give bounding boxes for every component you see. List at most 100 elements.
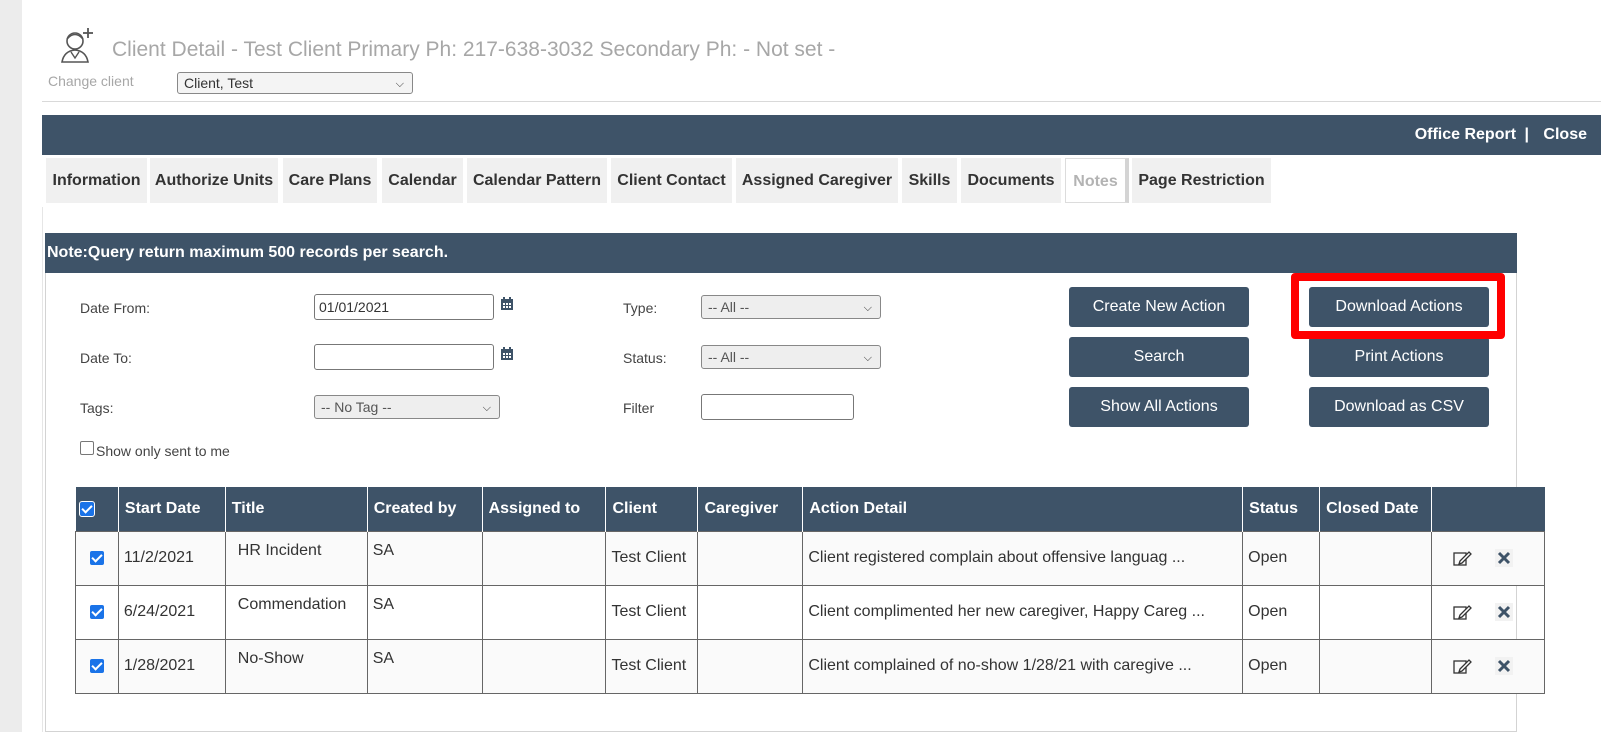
assigned-to-cell [481, 530, 607, 586]
tab-assigned-caregiver[interactable]: Assigned Caregiver [736, 158, 898, 203]
status-label: Status: [623, 350, 667, 366]
type-label: Type: [623, 300, 658, 316]
column-header[interactable]: Assigned to [482, 487, 607, 531]
start-date-cell: 1/28/2021 [117, 638, 226, 694]
closed-date-cell [1319, 638, 1433, 694]
filter-label: Filter [623, 400, 655, 416]
select-all-checkbox[interactable] [78, 500, 95, 517]
show-all-actions-button[interactable]: Show All Actions [1069, 387, 1249, 427]
download-actions-button[interactable]: Download Actions [1309, 287, 1489, 327]
column-header[interactable]: Client [605, 487, 699, 531]
tab-skills[interactable]: Skills [902, 158, 957, 203]
show-only-sent-checkbox[interactable] [80, 441, 94, 455]
start-date-cell: 11/2/2021 [117, 530, 226, 586]
tab-information[interactable]: Information [46, 158, 147, 203]
column-header[interactable]: Start Date [118, 487, 226, 531]
table-row: 11/2/2021 HR Incident SA Test Client Cli… [75, 530, 1545, 586]
date-from-label: Date From: [80, 300, 151, 316]
row-checkbox[interactable] [89, 550, 104, 565]
title-cell: HR Incident [224, 530, 368, 586]
tab-page-restriction[interactable]: Page Restriction [1132, 158, 1271, 203]
type-value: -- All -- [708, 299, 750, 315]
date-from-input[interactable]: 01/01/2021 [314, 294, 494, 320]
select-all-header[interactable] [75, 487, 119, 531]
tab-calendar-pattern[interactable]: Calendar Pattern [467, 158, 607, 203]
print-actions-button[interactable]: Print Actions [1309, 337, 1489, 377]
office-report-link[interactable]: Office Report [1415, 126, 1516, 143]
change-client-select[interactable]: Client, Test ⌵ [177, 72, 413, 94]
note-bar: Note:Query return maximum 500 records pe… [45, 233, 1517, 273]
column-header[interactable]: Action Detail [802, 487, 1244, 531]
closed-date-cell [1319, 584, 1433, 640]
client-cell: Test Client [605, 584, 699, 640]
caregiver-cell [697, 530, 804, 586]
calendar-icon[interactable] [500, 297, 514, 311]
edit-icon[interactable] [1451, 601, 1473, 623]
assigned-to-cell [481, 584, 607, 640]
status-cell: Open [1242, 584, 1321, 640]
edit-icon[interactable] [1451, 655, 1473, 677]
table-header-row: Start Date Title Created by Assigned to … [75, 487, 1545, 531]
download-csv-button[interactable]: Download as CSV [1309, 387, 1489, 427]
table-row: 6/24/2021 Commendation SA Test Client Cl… [75, 584, 1545, 640]
column-header[interactable]: Closed Date [1319, 487, 1433, 531]
calendar-icon[interactable] [500, 347, 514, 361]
row-select-cell[interactable] [75, 584, 119, 640]
column-header[interactable]: Created by [367, 487, 483, 531]
created-by-cell: SA [366, 638, 483, 694]
client-cell: Test Client [605, 638, 699, 694]
tags-value: -- No Tag -- [321, 399, 392, 415]
row-select-cell[interactable] [75, 530, 119, 586]
title-cell: Commendation [224, 584, 368, 640]
tab-bar: Information Authorize Units Care Plans C… [42, 155, 1601, 207]
delete-icon[interactable] [1493, 547, 1515, 569]
closed-date-cell [1319, 530, 1433, 586]
show-only-sent-label: Show only sent to me [96, 443, 230, 459]
page-title: Client Detail - Test Client Primary Ph: … [112, 38, 836, 61]
action-detail-cell: Client registered complain about offensi… [802, 530, 1244, 586]
caregiver-cell [697, 638, 804, 694]
tab-documents[interactable]: Documents [961, 158, 1061, 203]
delete-icon[interactable] [1493, 601, 1515, 623]
column-header[interactable]: Status [1242, 487, 1321, 531]
tab-care-plans[interactable]: Care Plans [283, 158, 377, 203]
chevron-down-icon: ⌵ [482, 402, 491, 414]
close-link[interactable]: Close [1543, 126, 1587, 143]
table-row: 1/28/2021 No-Show SA Test Client Client … [75, 638, 1545, 694]
tags-select[interactable]: -- No Tag -- ⌵ [314, 395, 500, 419]
delete-icon[interactable] [1493, 655, 1515, 677]
status-cell: Open [1242, 530, 1321, 586]
row-select-cell[interactable] [75, 638, 119, 694]
search-button[interactable]: Search [1069, 337, 1249, 377]
column-header[interactable]: Caregiver [697, 487, 804, 531]
tab-authorize-units[interactable]: Authorize Units [150, 158, 278, 203]
row-checkbox[interactable] [89, 658, 104, 673]
start-date-cell: 6/24/2021 [117, 584, 226, 640]
edit-icon[interactable] [1451, 547, 1473, 569]
type-select[interactable]: -- All -- ⌵ [701, 295, 881, 319]
tab-notes[interactable]: Notes [1065, 158, 1129, 203]
change-client-label: Change client [48, 73, 134, 89]
status-value: -- All -- [708, 349, 750, 365]
row-actions-cell [1431, 584, 1545, 640]
topbar-separator: | [1524, 126, 1529, 143]
tab-calendar[interactable]: Calendar [382, 158, 463, 203]
caregiver-cell [697, 584, 804, 640]
action-detail-cell: Client complained of no-show 1/28/21 wit… [802, 638, 1244, 694]
column-header[interactable]: Title [225, 487, 368, 531]
created-by-cell: SA [366, 584, 483, 640]
date-to-input[interactable] [314, 344, 494, 370]
header-divider [42, 101, 1601, 102]
chevron-down-icon: ⌵ [863, 302, 872, 314]
filter-input[interactable] [701, 394, 854, 420]
create-new-action-button[interactable]: Create New Action [1069, 287, 1249, 327]
date-to-label: Date To: [80, 350, 132, 366]
row-checkbox[interactable] [89, 604, 104, 619]
tab-client-contact[interactable]: Client Contact [611, 158, 732, 203]
row-actions-cell [1431, 530, 1545, 586]
client-cell: Test Client [605, 530, 699, 586]
status-cell: Open [1242, 638, 1321, 694]
row-actions-cell [1431, 638, 1545, 694]
assigned-to-cell [481, 638, 607, 694]
status-select[interactable]: -- All -- ⌵ [701, 345, 881, 369]
